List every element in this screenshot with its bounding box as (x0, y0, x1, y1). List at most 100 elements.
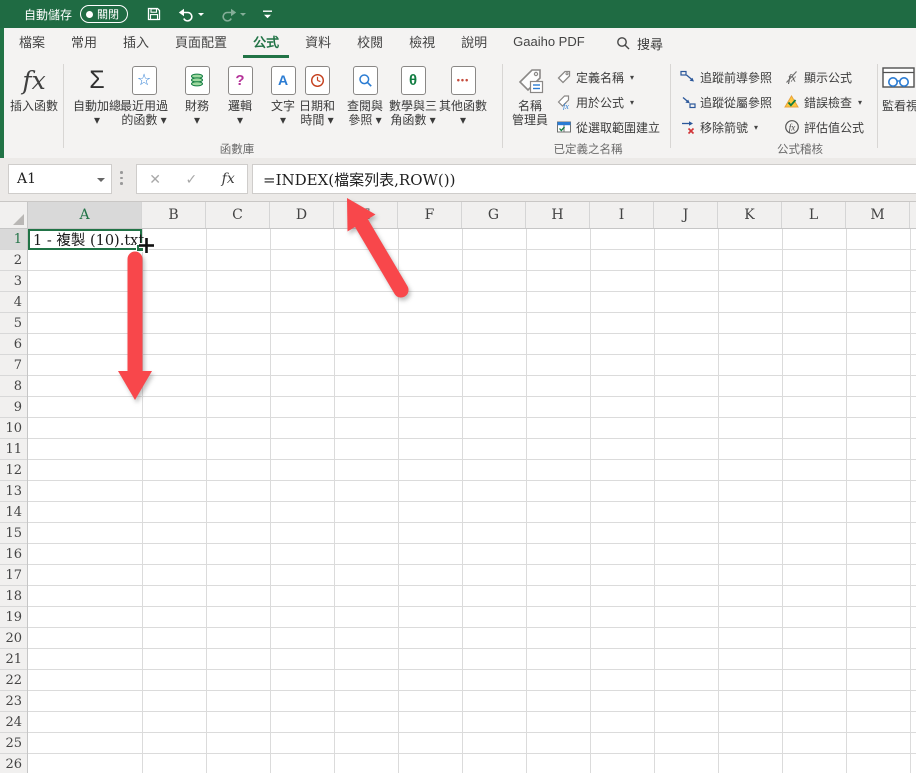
column-header[interactable]: C (206, 202, 270, 228)
evaluate-formula-button[interactable]: fx 評估值公式 (784, 117, 870, 137)
trace-precedents-button[interactable]: 追蹤前導參照 (680, 67, 778, 87)
row-header[interactable]: 25 (0, 733, 27, 754)
column-header[interactable]: B (142, 202, 206, 228)
enter-button[interactable]: ✓ (185, 171, 197, 188)
error-checking-icon (784, 94, 800, 110)
save-button[interactable] (146, 6, 162, 22)
select-all-corner[interactable] (0, 202, 28, 229)
error-checking-button[interactable]: 錯誤檢查 ▾ (784, 92, 862, 112)
trace-dependents-button[interactable]: 追蹤從屬參照 (680, 92, 778, 112)
watch-window-button[interactable]: 監看視窗 (882, 61, 916, 141)
row-header[interactable]: 13 (0, 481, 27, 502)
insert-function-fx-button[interactable]: fx (222, 171, 235, 187)
undo-button[interactable] (178, 7, 204, 22)
fill-handle[interactable] (136, 244, 144, 252)
row-header[interactable]: 19 (0, 607, 27, 628)
redo-dropdown[interactable] (240, 13, 246, 19)
more-functions-button[interactable]: ••• 其他函數▾ (437, 61, 489, 141)
row-header[interactable]: 5 (0, 313, 27, 334)
row-header[interactable]: 14 (0, 502, 27, 523)
create-from-selection-button[interactable]: 從選取範圍建立 (556, 117, 666, 137)
row-header[interactable]: 8 (0, 376, 27, 397)
recently-used-button[interactable]: ☆ 最近用過的函數 ▾ (117, 61, 171, 141)
undo-dropdown[interactable] (198, 13, 204, 19)
trace-precedents-icon (680, 69, 696, 85)
column-header[interactable]: H (526, 202, 590, 228)
insert-function-button[interactable]: fx 插入函數 (8, 61, 60, 141)
row-header[interactable]: 4 (0, 292, 27, 313)
formula-bar-grip[interactable] (120, 171, 123, 185)
search[interactable]: 搜尋 (616, 28, 663, 58)
grid-cells[interactable]: 1 - 複製 (10).txt (28, 229, 916, 773)
customize-qat-icon (262, 9, 273, 20)
row-header[interactable]: 26 (0, 754, 27, 773)
row-header[interactable]: 2 (0, 250, 27, 271)
row-header[interactable]: 6 (0, 334, 27, 355)
name-box-value: A1 (9, 171, 97, 187)
row-header[interactable]: 12 (0, 460, 27, 481)
ribbon-tab[interactable]: 常用 (61, 28, 107, 58)
row-header[interactable]: 9 (0, 397, 27, 418)
ribbon-tab[interactable]: 資料 (295, 28, 341, 58)
row-header[interactable]: 15 (0, 523, 27, 544)
row-header[interactable]: 21 (0, 649, 27, 670)
column-header[interactable]: E (334, 202, 398, 228)
ribbon-tab[interactable]: 檔案 (9, 28, 55, 58)
row-header[interactable]: 10 (0, 418, 27, 439)
row-header[interactable]: 11 (0, 439, 27, 460)
svg-text:fx: fx (789, 123, 796, 133)
formula-input[interactable]: =INDEX(檔案列表,ROW()) (252, 164, 916, 194)
financial-button[interactable]: 財務▾ (177, 61, 217, 141)
formula-bar: A1 ✕ ✓ fx =INDEX(檔案列表,ROW()) (0, 158, 916, 202)
row-header[interactable]: 18 (0, 586, 27, 607)
define-name-button[interactable]: 定義名稱 ▾ (556, 67, 634, 87)
ribbon-tab[interactable]: 說明 (451, 28, 497, 58)
date-time-button[interactable]: 日期和時間 ▾ (295, 61, 339, 141)
column-header[interactable]: G (462, 202, 526, 228)
column-header[interactable]: F (398, 202, 462, 228)
column-header[interactable]: A (28, 202, 142, 228)
row-header[interactable]: 20 (0, 628, 27, 649)
undo-icon (178, 7, 195, 22)
row-header[interactable]: 16 (0, 544, 27, 565)
ribbon-tab[interactable]: Gaaiho PDF (503, 28, 595, 58)
show-formulas-icon: fx (784, 69, 800, 85)
ribbon-tab[interactable]: 檢視 (399, 28, 445, 58)
magnifier-icon (358, 73, 373, 88)
row-header[interactable]: 22 (0, 670, 27, 691)
column-header[interactable]: I (590, 202, 654, 228)
row-header[interactable]: 7 (0, 355, 27, 376)
remove-arrows-button[interactable]: 移除箭號 ▾ (680, 117, 758, 137)
ribbon-tab[interactable]: 插入 (113, 28, 159, 58)
redo-button[interactable] (220, 7, 246, 22)
name-box-dropdown-icon[interactable] (97, 178, 105, 186)
column-header[interactable]: D (270, 202, 334, 228)
row-header[interactable]: 24 (0, 712, 27, 733)
column-header[interactable]: K (718, 202, 782, 228)
column-header[interactable]: L (782, 202, 846, 228)
tag-fx-icon: fx (556, 94, 572, 110)
row-header[interactable]: 17 (0, 565, 27, 586)
name-manager-button[interactable]: 名稱管理員 (506, 61, 554, 141)
ribbon-tab[interactable]: 校閱 (347, 28, 393, 58)
svg-text:fx: fx (563, 102, 569, 110)
row-header[interactable]: 3 (0, 271, 27, 292)
active-cell-a1[interactable]: 1 - 複製 (10).txt (28, 229, 142, 250)
show-formulas-button[interactable]: fx 顯示公式 (784, 67, 858, 87)
cancel-button[interactable]: ✕ (149, 171, 161, 188)
autosave-toggle[interactable]: 關閉 (80, 5, 128, 23)
ribbon-tab[interactable]: 頁面配置 (165, 28, 237, 58)
column-header[interactable]: M (846, 202, 910, 228)
column-header[interactable]: J (654, 202, 718, 228)
name-box[interactable]: A1 (8, 164, 112, 194)
row-header[interactable]: 23 (0, 691, 27, 712)
customize-qat-button[interactable] (262, 9, 273, 20)
math-trig-button[interactable]: θ 數學與三角函數 ▾ (388, 61, 438, 141)
svg-text:fx: fx (788, 73, 796, 85)
logical-button[interactable]: ? 邏輯▾ (220, 61, 260, 141)
ribbon-tab[interactable]: 公式 (243, 28, 289, 58)
lookup-reference-button[interactable]: 查閱與參照 ▾ (343, 61, 387, 141)
row-header[interactable]: 1 (0, 229, 27, 250)
use-in-formula-button[interactable]: fx 用於公式 ▾ (556, 92, 634, 112)
search-label: 搜尋 (637, 34, 663, 53)
